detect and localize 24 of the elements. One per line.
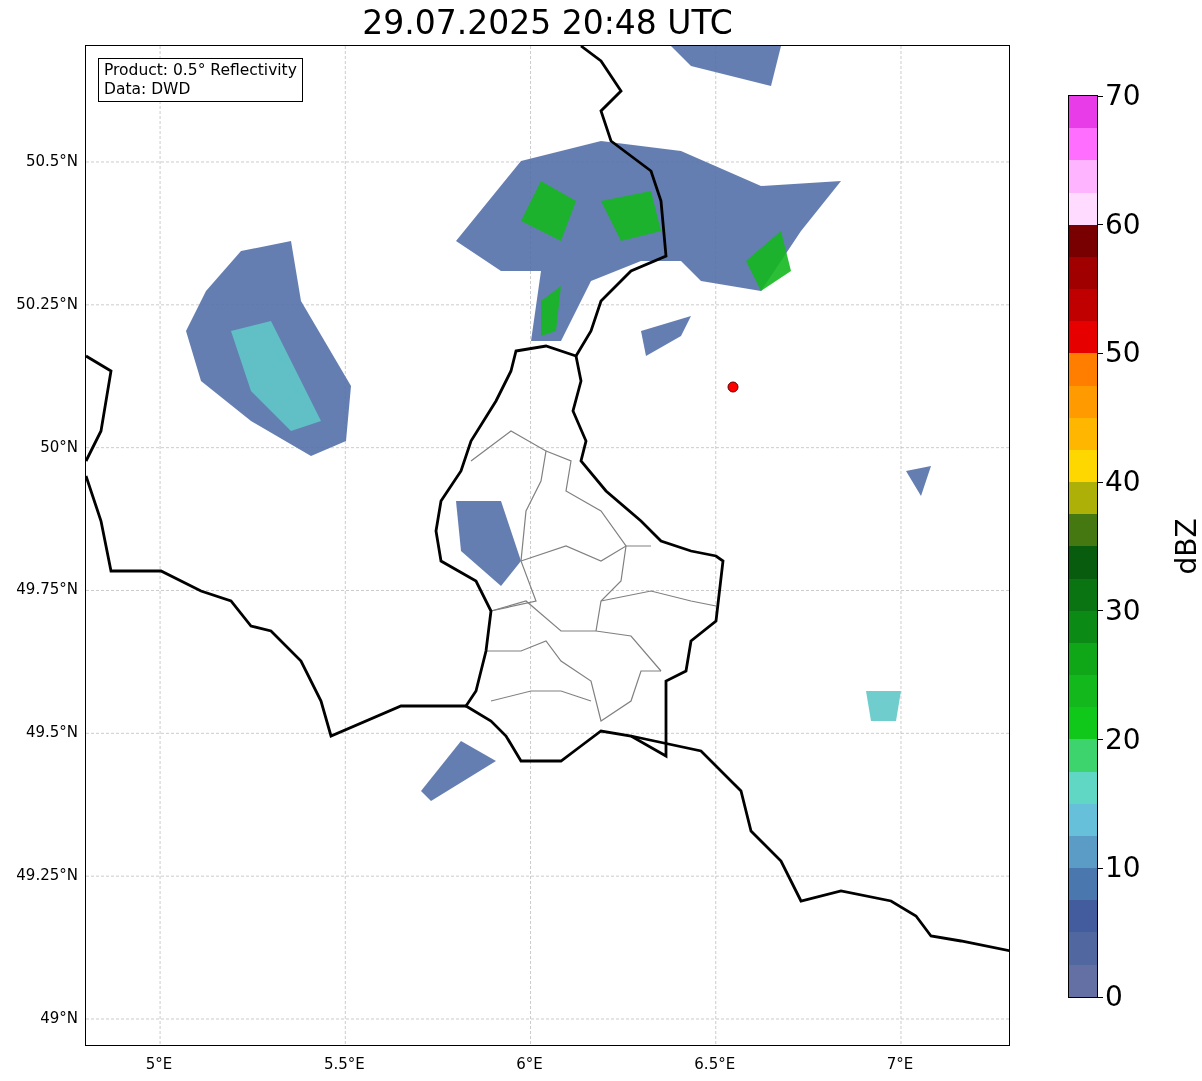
colorbar-tick-label: 40 [1105,467,1141,498]
colorbar-tick-label: 70 [1105,81,1141,111]
info-text: Product: 0.5° Reflectivity [104,61,297,80]
longitude-label: 5.5°E [323,1055,365,1073]
latitude-label: 49.25°N [16,866,78,885]
longitude-label: 7°E [886,1055,914,1073]
longitude-label: 6.5°E [694,1055,736,1073]
colorbar-label: dBZ [1169,518,1202,575]
latitude-label: 50°N [40,437,78,456]
latitude-label: 49°N [40,1009,78,1027]
latitude-label: 50.5°N [25,151,78,170]
chart-title: 29.07.2025 20:48 UTC [362,2,733,43]
latitude-label: 49.75°N [16,580,78,599]
longitude-label: 6°E [516,1055,543,1073]
colorbar-tick-label: 20 [1105,724,1141,755]
colorbar-tick-label: 0 [1105,982,1123,1012]
colorbar-tick-label: 50 [1105,338,1141,369]
latitude-label: 50.25°N [16,294,78,313]
latitude-label: 49.5°N [25,723,78,742]
colorbar-tick-label: 30 [1105,595,1141,626]
longitude-label: 5°E [145,1055,173,1073]
info-text: Data: DWD [104,80,192,99]
colorbar-tick-label: 60 [1105,209,1141,240]
colorbar-tick-label: 10 [1105,853,1141,884]
